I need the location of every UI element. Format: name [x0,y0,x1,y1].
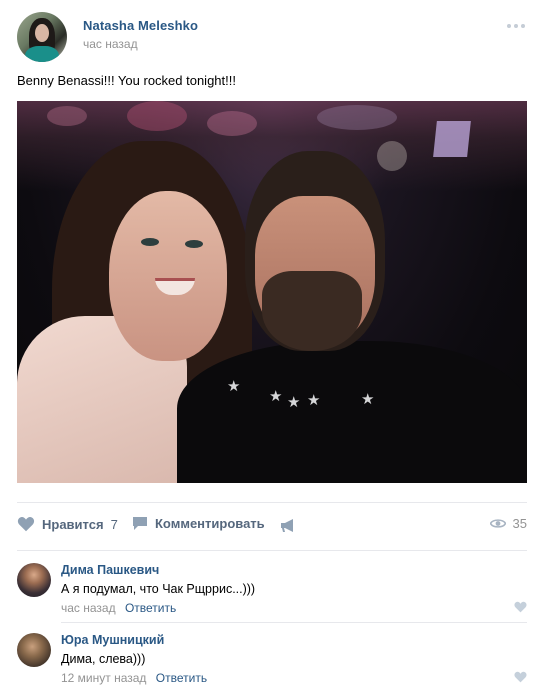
comment-meta: час назад Ответить [61,601,176,615]
commenter-name[interactable]: Дима Пашкевич [61,563,159,577]
heart-icon [17,517,35,532]
comment-icon [133,517,147,530]
heart-icon[interactable] [514,601,527,613]
more-dots-icon[interactable] [507,22,527,30]
reply-button[interactable]: Ответить [156,671,207,685]
divider [17,502,527,503]
eye-icon [489,519,506,528]
comment-text: А я подумал, что Чак Рщррис...))) [61,582,256,596]
views-count: 35 [512,516,527,531]
like-label: Нравится [42,516,104,532]
author-avatar[interactable] [17,12,67,62]
comment-button[interactable]: Комментировать [132,516,265,531]
comment-item: Юра Мушницкий Дима, слева))) 12 минут на… [17,633,527,688]
comment-time[interactable]: 12 минут назад [61,671,146,685]
commenter-avatar[interactable] [17,563,51,597]
post-text: Benny Benassi!!! You rocked tonight!!! [17,73,236,88]
like-button[interactable]: Нравится 7 [17,516,118,532]
share-button[interactable] [280,518,296,533]
reply-button[interactable]: Ответить [125,601,176,615]
comment-label: Комментировать [155,516,265,531]
commenter-name[interactable]: Юра Мушницкий [61,633,164,647]
like-count: 7 [110,516,118,532]
divider [61,622,527,623]
post-actions: Нравится 7 Комментировать 35 [17,516,527,538]
post-header: Natasha Meleshko час назад [17,12,527,62]
comment-time[interactable]: час назад [61,601,116,615]
post-photo[interactable]: ★ ★ ★ ★ ★ [17,101,527,483]
author-name[interactable]: Natasha Meleshko [83,18,198,33]
heart-icon[interactable] [514,671,527,683]
commenter-avatar[interactable] [17,633,51,667]
comment-item: Дима Пашкевич А я подумал, что Чак Рщрри… [17,563,527,618]
post-time[interactable]: час назад [83,37,138,51]
views-counter: 35 [489,516,527,531]
comment-meta: 12 минут назад Ответить [61,671,207,685]
megaphone-icon [281,519,293,532]
comment-text: Дима, слева))) [61,652,146,666]
divider [17,550,527,551]
